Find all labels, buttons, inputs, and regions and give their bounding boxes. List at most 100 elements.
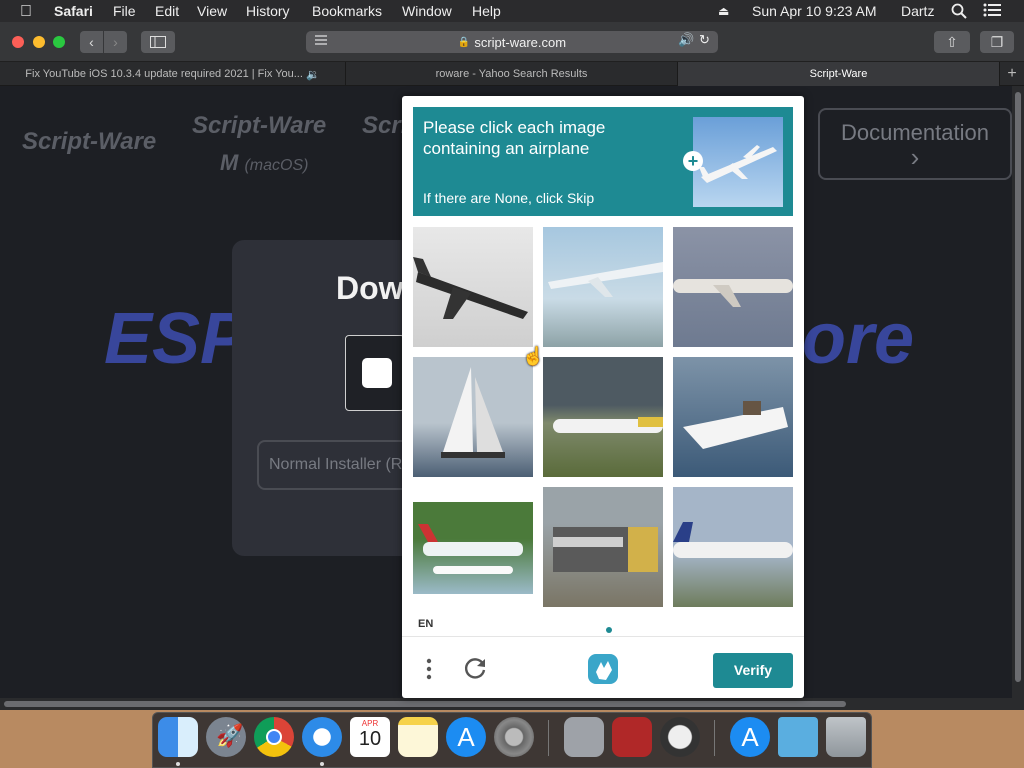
tabs-icon: ❐ [990, 33, 1004, 50]
app-store-icon[interactable]: A [446, 717, 486, 757]
running-indicator [176, 762, 180, 766]
spotlight-search-icon[interactable] [951, 3, 967, 22]
close-window-button[interactable] [12, 36, 24, 48]
train-image [553, 527, 658, 572]
download-button[interactable] [345, 335, 405, 411]
hcaptcha-challenge: Please click each image containing an ai… [402, 96, 804, 698]
hero-text-left: ESP [104, 299, 249, 379]
airplane-icon [699, 145, 777, 183]
dock-separator [548, 720, 549, 756]
downloads-stack-icon[interactable]: A [730, 717, 770, 757]
menu-window[interactable]: Window [402, 3, 452, 19]
menu-file[interactable]: File [113, 3, 136, 19]
vertical-scrollbar[interactable] [1012, 86, 1024, 698]
card-title: Dow [336, 270, 404, 306]
tab-title: Fix YouTube iOS 10.3.4 update required 2… [25, 68, 303, 80]
menu-app-name[interactable]: Safari [54, 3, 93, 19]
challenge-tile-1[interactable] [413, 227, 533, 347]
url-text: script-ware.com [474, 34, 567, 50]
divider [402, 636, 804, 637]
menu-edit[interactable]: Edit [155, 3, 179, 19]
reader-icon[interactable] [314, 34, 328, 49]
example-image[interactable] [693, 117, 783, 207]
tab-title: Script-Ware [809, 68, 868, 80]
sidebar-toggle-button[interactable] [141, 31, 175, 53]
back-button[interactable]: ‹ [80, 31, 103, 53]
menu-clock[interactable]: Sun Apr 10 9:23 AM [752, 3, 877, 19]
eject-icon[interactable]: ⏏ [718, 4, 729, 18]
airplane-image [673, 279, 793, 307]
refresh-challenge-icon[interactable] [462, 656, 488, 687]
trash-icon[interactable] [826, 717, 866, 757]
menu-bookmarks[interactable]: Bookmarks [312, 3, 382, 19]
logo-mac-sub: M (macOS) [220, 150, 308, 176]
apple-menu-icon[interactable]:  [20, 3, 32, 21]
challenge-tile-6[interactable] [673, 357, 793, 477]
verify-button[interactable]: Verify [713, 653, 793, 688]
notification-center-icon[interactable] [983, 3, 1001, 20]
challenge-tile-8[interactable] [543, 487, 663, 607]
downloads-folder-icon[interactable] [778, 717, 818, 757]
challenge-tile-2[interactable] [543, 227, 663, 347]
reload-icon[interactable]: ↻ [699, 32, 710, 48]
launchpad-icon[interactable]: 🚀 [206, 717, 246, 757]
logo-script-ware-mac[interactable]: Script-Ware [192, 112, 326, 140]
hcaptcha-logo-icon[interactable] [586, 652, 620, 691]
menu-help[interactable]: Help [472, 3, 501, 19]
rocket-icon: 🚀 [216, 723, 244, 748]
menu-view[interactable]: View [197, 3, 227, 19]
challenge-tile-4[interactable] [413, 357, 533, 477]
audio-icon: 🔉 [302, 68, 320, 81]
calendar-day: 10 [358, 728, 382, 750]
horizontal-scrollbar[interactable] [0, 698, 1024, 710]
challenge-tile-3[interactable] [673, 227, 793, 347]
horizontal-scroll-thumb[interactable] [4, 701, 846, 707]
menu-user[interactable]: Dartz [901, 3, 934, 19]
audio-playing-icon[interactable]: 🔊 [678, 32, 694, 48]
menu-history[interactable]: History [246, 3, 290, 19]
photo-booth-icon[interactable] [612, 717, 652, 757]
chevron-left-icon: ‹ [89, 34, 94, 50]
language-selector[interactable]: EN [418, 618, 433, 630]
challenge-tile-9[interactable] [673, 487, 793, 607]
challenge-prompt: Please click each image containing an ai… [423, 118, 606, 158]
minimize-window-button[interactable] [33, 36, 45, 48]
expand-example-icon[interactable]: + [683, 151, 703, 171]
calendar-icon[interactable]: APR 10 [350, 717, 390, 757]
finder-icon[interactable] [158, 717, 198, 757]
challenge-tile-7[interactable] [413, 502, 533, 594]
logo-script-ware-3[interactable]: Scri [362, 112, 407, 140]
tab-title: roware - Yahoo Search Results [435, 68, 588, 80]
menu-dots-icon[interactable] [426, 658, 432, 685]
airplane-image [548, 262, 663, 297]
safari-icon[interactable] [302, 717, 342, 757]
logo-script-ware[interactable]: Script-Ware [22, 128, 156, 156]
share-button[interactable]: ⇧ [934, 31, 970, 53]
sidebar-icon [150, 36, 166, 48]
instruments-icon[interactable] [660, 717, 700, 757]
zoom-window-button[interactable] [53, 36, 65, 48]
chrome-icon[interactable] [254, 717, 294, 757]
system-preferences-icon[interactable] [494, 717, 534, 757]
chevron-right-icon: › [910, 142, 920, 172]
documentation-button[interactable]: Documentation › [818, 108, 1012, 180]
speedboat-image [683, 401, 788, 449]
share-icon: ⇧ [946, 33, 958, 50]
address-bar[interactable]: 🔒 script-ware.com 🔊 ↻ [306, 31, 718, 53]
notes-icon[interactable] [398, 717, 438, 757]
airplane-image [553, 417, 663, 433]
mac-sub-text: (macOS) [244, 157, 309, 174]
tab-youtube[interactable]: Fix YouTube iOS 10.3.4 update required 2… [0, 62, 346, 86]
preview-icon[interactable] [564, 717, 604, 757]
new-tab-button[interactable]: + [1000, 62, 1024, 86]
plus-icon: + [1007, 65, 1017, 82]
tab-overview-button[interactable]: ❐ [980, 31, 1014, 53]
vertical-scroll-thumb[interactable] [1015, 92, 1021, 682]
calendar-month: APR [361, 719, 379, 728]
hand-cursor-icon: ☝ [522, 346, 545, 366]
tab-yahoo[interactable]: roware - Yahoo Search Results [346, 62, 678, 86]
tab-script-ware[interactable]: Script-Ware [678, 62, 1000, 86]
forward-button[interactable]: › [104, 31, 127, 53]
challenge-tile-5[interactable] [543, 357, 663, 477]
chevron-right-icon: › [113, 34, 118, 50]
